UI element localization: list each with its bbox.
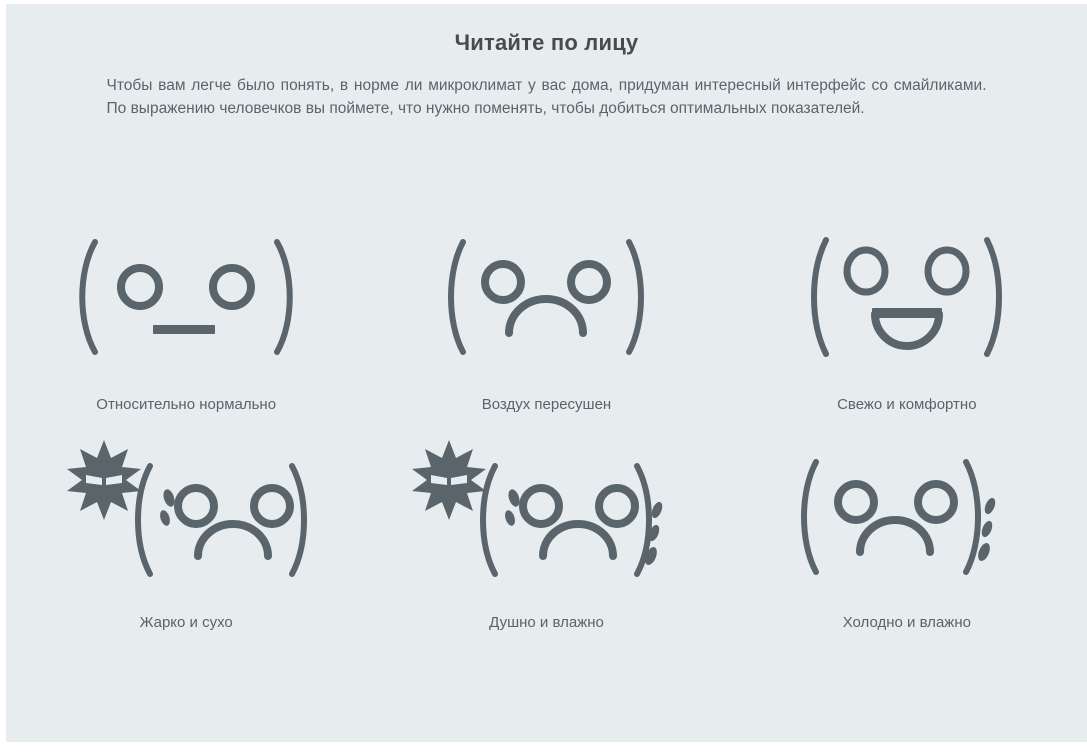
face-caption: Жарко и сухо [139, 614, 233, 631]
face-caption: Душно и влажно [489, 614, 604, 631]
left-eye-icon [481, 259, 526, 304]
face-caption: Свежо и комфортно [837, 396, 977, 413]
right-eye-icon [249, 484, 294, 528]
face-card-neutral: Относительно нормально [6, 190, 366, 413]
face-caption: Воздух пересушен [481, 396, 612, 413]
left-eye-icon [519, 484, 563, 528]
right-eye-icon [924, 246, 970, 295]
face-card-stuffy-humid: Душно и влажно [366, 413, 726, 631]
hot-dry-face-emoticon [64, 413, 309, 608]
faces-grid: Относительно нормально Воздух пересушен … [6, 190, 1087, 631]
faces-row-bottom: Жарко и сухо Душно и влажно Холодно и вл… [6, 413, 1087, 631]
left-eye-icon [834, 480, 879, 524]
open-smile-mouth-icon [871, 307, 944, 350]
face-card-cold-humid: Холодно и влажно [727, 413, 1087, 631]
heat-burst-icon [66, 440, 141, 520]
heat-burst-icon [411, 440, 486, 520]
content-panel: Читайте по лицу Чтобы вам легче было пон… [6, 4, 1087, 742]
cold-humid-face-emoticon [794, 413, 1019, 608]
stuffy-humid-face-emoticon [409, 413, 684, 608]
face-caption: Холодно и влажно [842, 614, 971, 631]
teardrop-icon [159, 489, 175, 526]
header: Читайте по лицу Чтобы вам легче было пон… [6, 4, 1087, 120]
face-card-hot-dry: Жарко и сухо [6, 413, 366, 631]
left-eye-icon [173, 484, 218, 528]
flat-mouth-icon [153, 324, 216, 334]
page-title: Читайте по лицу [454, 30, 639, 55]
left-eye-icon [117, 263, 164, 310]
intro-paragraph: Чтобы вам легче было понять, в норме ли … [106, 77, 987, 117]
happy-face-emoticon [804, 190, 1009, 400]
teardrop-icon [505, 489, 520, 526]
frown-mouth-icon [505, 294, 588, 337]
frown-mouth-icon [856, 516, 935, 556]
faces-row-top: Относительно нормально Воздух пересушен … [6, 190, 1087, 413]
face-card-sad-dry: Воздух пересушен [366, 190, 726, 413]
right-eye-icon [914, 480, 959, 524]
face-caption: Относительно нормально [96, 396, 277, 413]
right-eye-icon [567, 259, 612, 304]
neutral-face-emoticon [71, 190, 301, 400]
frown-mouth-icon [538, 520, 617, 560]
right-eye-icon [595, 484, 639, 528]
right-eye-icon [209, 263, 256, 310]
frown-mouth-icon [193, 520, 272, 560]
sad-face-emoticon [441, 190, 651, 400]
face-card-happy: Свежо и комфортно [727, 190, 1087, 413]
left-eye-icon [843, 246, 889, 295]
